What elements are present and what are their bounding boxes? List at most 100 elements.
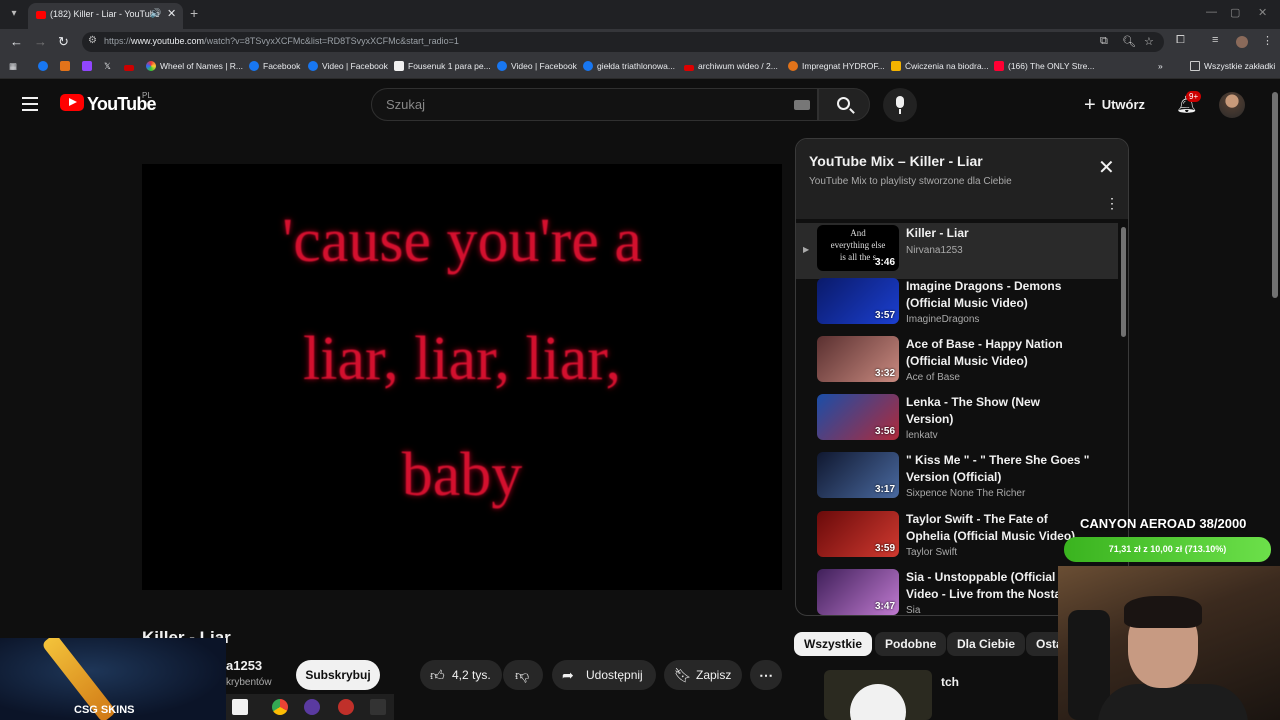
bookmark-facebook[interactable]: Facebook [249,61,300,71]
page-scrollbar[interactable] [1272,92,1278,298]
chrome-icon[interactable] [272,699,288,715]
save-button[interactable]: 🔖︎ Zapisz [664,660,742,690]
bookmark-video-facebook-1[interactable]: Video | Facebook [308,61,388,71]
playlist-item-thumbnail[interactable]: 3:47 [817,569,899,615]
bookmarks-bar: ▦ 𝕏 Wheel of Names | R... Facebook Video… [0,55,1280,79]
menu-dots-icon[interactable]: ⋮ [1262,34,1273,47]
like-button[interactable]: 👍︎ 4,2 tys. [420,660,502,690]
create-button[interactable]: + Utwórz [1084,94,1145,117]
chip-all[interactable]: Wszystkie [794,632,873,656]
maximize-icon[interactable]: ▢ [1230,6,1240,19]
forward-icon[interactable]: → [34,34,47,49]
chip-related[interactable]: Podobne [875,632,947,656]
twitch-bookmark-icon[interactable] [82,61,96,71]
extensions-icon[interactable]: ⧠ [1176,34,1185,47]
zoom-icon[interactable]: 🔍︎ [1122,35,1136,48]
more-actions-button[interactable]: ⋯ [750,660,782,690]
browser-tab[interactable]: (182) Killer - Liar - YouTube 🔊 ✕ [28,3,183,29]
chip-for-you[interactable]: Dla Ciebie [947,632,1026,656]
playlist-scrollbar[interactable] [1121,227,1126,337]
search-button[interactable] [818,88,870,121]
more-bookmarks-icon[interactable]: » [1158,61,1163,71]
video-player[interactable]: 'cause you're a liar, liar, liar, baby [142,164,782,590]
profile-avatar[interactable] [1236,36,1248,48]
playlist-title[interactable]: YouTube Mix – Killer - Liar [809,153,983,169]
bookmark-fousenuk[interactable]: Fousenuk 1 para pe... [394,61,491,71]
bookmark-archiwum[interactable]: archiwum wideo / 2... [684,61,778,71]
playlist-item-thumbnail[interactable]: And everything else is all the s 3:46 [817,225,899,271]
playlist-item-thumbnail[interactable]: 3:56 [817,394,899,440]
dislike-button[interactable]: 👎︎ [503,660,543,690]
bookmark-gielda[interactable]: giełda triathlonowa... [583,61,675,71]
close-window-icon[interactable]: ✕ [1258,6,1267,19]
menu-icon[interactable] [22,97,38,111]
duration-label: 3:57 [874,310,895,321]
bookmark-video-facebook-2[interactable]: Video | Facebook [497,61,577,71]
youtube-logo-icon[interactable] [60,94,84,111]
install-app-icon[interactable]: ⧉ [1100,35,1108,48]
youtube-favicon-icon [36,11,46,19]
keyboard-icon[interactable] [794,100,810,110]
playlist-item[interactable]: 3:57 Imagine Dragons - Demons (Official M… [796,276,1118,332]
playlist-item-channel: ImagineDragons [906,314,980,325]
playlist-item[interactable]: ▶ And everything else is all the s 3:46 Kil… [796,223,1118,279]
site-info-icon[interactable]: ⚙ [88,35,97,46]
channel-name[interactable]: a1253 [226,658,262,673]
bookmark-icon: 🔖︎ [674,667,692,683]
playlist-item-title: Ace of Base - Happy Nation (Official Mus… [906,337,1063,368]
app-icon[interactable] [304,699,320,715]
x-bookmark-icon[interactable]: 𝕏 [104,61,111,72]
account-avatar[interactable] [1219,92,1245,118]
tab-search-icon[interactable]: ▾ [6,6,22,22]
sponsor-label: CSG SKINS [74,704,135,716]
tab-close-icon[interactable]: ✕ [167,7,176,20]
webcam-overlay [1058,566,1280,720]
playlist-item[interactable]: 3:56 Lenka - The Show (New Version) lenkat… [796,392,1118,448]
subscriber-count: krybentów [226,677,272,688]
app-icon[interactable] [338,699,354,715]
search-icon [837,97,850,110]
reload-icon[interactable]: ↻ [58,34,69,50]
facebook-bookmark-icon[interactable] [38,61,52,71]
playlist-item-thumbnail[interactable]: 3:32 [817,336,899,382]
share-button[interactable]: ➦ Udostępnij [552,660,656,690]
search-input[interactable]: Szukaj [371,88,818,121]
playlist-item-title: " Kiss Me " - " There She Goes " Version… [906,453,1090,484]
bookmark-cwiczenia[interactable]: Ćwiczenia na biodra... [891,61,989,71]
playlist-item-thumbnail[interactable]: 3:17 [817,452,899,498]
voice-search-button[interactable] [883,88,917,122]
playlist-item[interactable]: 3:17 " Kiss Me " - " There She Goes " Ver… [796,450,1118,506]
duration-label: 3:32 [874,368,895,379]
recommended-thumbnail[interactable] [824,670,932,720]
donation-goal-bar: 71,31 zł z 10,00 zł (713.10%) [1064,537,1271,562]
bookmark-icon[interactable] [60,61,74,71]
bookmark-impregnat[interactable]: Impregnat HYDROF... [788,61,885,71]
playlist-item-thumbnail[interactable]: 3:57 [817,278,899,324]
browser-tab-bar: ▾ (182) Killer - Liar - YouTube 🔊 ✕ + — … [0,0,1280,29]
search-placeholder: Szukaj [386,97,426,112]
bookmark-only-stre[interactable]: (166) The ONLY Stre... [994,61,1094,71]
lyric-line-2: liar, liar, liar, [303,325,621,393]
all-bookmarks[interactable]: Wszystkie zakładki [1190,61,1275,71]
new-tab-icon[interactable]: + [190,5,198,21]
subscribe-button[interactable]: Subskrybuj [296,660,380,690]
address-bar[interactable]: ⚙ https://www.youtube.com/watch?v=8TSvyx… [82,32,1164,52]
bookmark-star-icon[interactable]: ☆ [1144,35,1154,48]
playlist-item[interactable]: 3:32 Ace of Base - Happy Nation (Official… [796,334,1118,390]
back-icon[interactable]: ← [10,34,23,49]
playlist-subtitle: YouTube Mix to playlisty stworzone dla C… [809,176,1012,187]
recommended-title[interactable]: tch [941,675,959,689]
taskbar-app-icon[interactable] [232,699,248,715]
playlist-item-title: Imagine Dragons - Demons (Official Music… [906,279,1062,310]
bookmark-icon[interactable] [124,61,138,71]
minimize-icon[interactable]: — [1206,6,1217,18]
playlist-more-icon[interactable]: ⋮ [1105,195,1119,212]
speaker-icon[interactable]: 🔊 [150,8,161,19]
media-controls-icon[interactable]: ≡ [1212,34,1218,46]
terminal-icon[interactable] [370,699,386,715]
tab-title: (182) Killer - Liar - YouTube [50,9,160,19]
bookmark-wheel-of-names[interactable]: Wheel of Names | R... [146,61,243,71]
apps-grid-icon[interactable]: ▦ [9,61,17,72]
close-icon[interactable]: ✕ [1098,155,1115,180]
playlist-item-thumbnail[interactable]: 3:59 [817,511,899,557]
